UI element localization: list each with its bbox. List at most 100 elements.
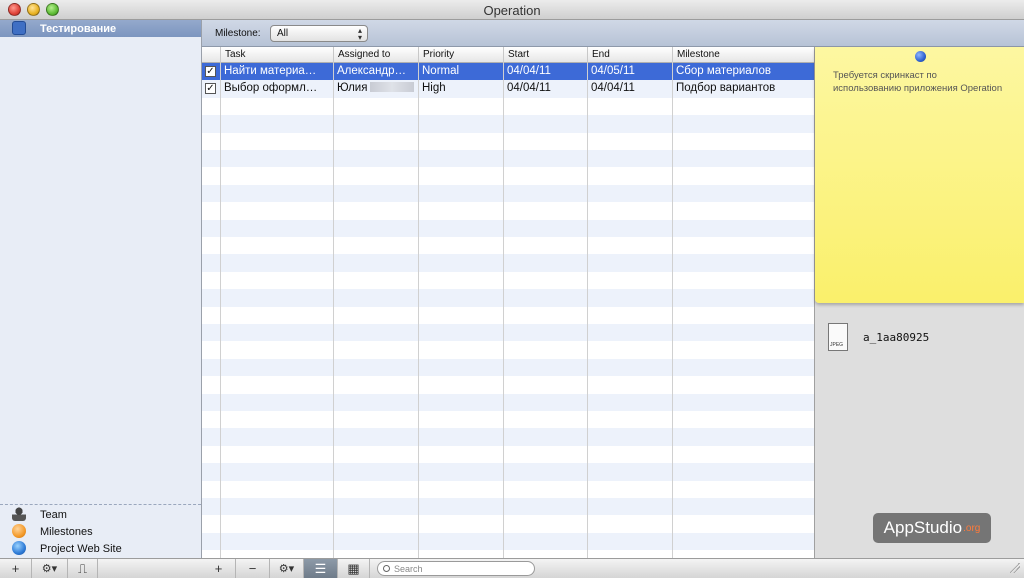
empty-table-row (202, 254, 814, 272)
project-name: Тестирование (40, 22, 117, 35)
column-divider (418, 63, 419, 558)
milestone-cell: Подбор вариантов (676, 82, 776, 95)
empty-table-row (202, 132, 814, 150)
sidebar-info-button[interactable]: ⎍ (68, 559, 98, 578)
assigned-cell: Александр… (337, 65, 407, 77)
end-cell: 04/04/11 (591, 82, 635, 95)
file-type-label: JPEG (830, 342, 844, 348)
empty-table-row (202, 115, 814, 133)
column-header-task[interactable]: Task (220, 47, 333, 63)
column-header-end[interactable]: End (587, 47, 672, 63)
column-header-assigned[interactable]: Assigned to (333, 47, 418, 63)
list-view-button[interactable]: ☰ (304, 559, 338, 578)
empty-table-row (202, 498, 814, 516)
milestone-cell: Сбор материалов (676, 65, 772, 77)
assigned-name: Юлия (337, 82, 368, 95)
column-header-start[interactable]: Start (503, 47, 587, 63)
sidebar-divider (0, 504, 201, 505)
empty-table-row (202, 463, 814, 481)
search-field[interactable]: Search (377, 561, 535, 576)
empty-table-row (202, 184, 814, 203)
pushpin-icon (915, 51, 926, 62)
priority-cell: High (422, 82, 446, 95)
sidebar-item-label: Team (40, 508, 67, 521)
empty-table-row (202, 376, 814, 394)
milestone-select[interactable]: All ▴ ▾ (270, 25, 368, 42)
start-cell: 04/04/11 (507, 82, 551, 95)
search-placeholder: Search (394, 563, 423, 574)
watermark-suffix: .org (963, 522, 981, 534)
resize-grip[interactable] (1010, 563, 1020, 573)
table-row[interactable]: ✓ Выбор оформл… Юлия High 04/04/11 04/04… (202, 80, 814, 98)
column-divider (333, 63, 334, 558)
task-table: Task Assigned to Priority Start End Mile… (202, 47, 815, 558)
done-checkbox[interactable]: ✓ (205, 83, 216, 95)
sidebar-action-menu-button[interactable]: ⚙▾ (32, 559, 68, 578)
attachment-item[interactable]: JPEG a_1aa80925 (828, 323, 929, 351)
empty-table-row (202, 428, 814, 446)
priority-cell: Normal (422, 65, 460, 77)
empty-table-row (202, 532, 814, 551)
search-icon (383, 565, 390, 572)
select-arrows-icon: ▴ ▾ (357, 26, 362, 42)
empty-table-row (202, 167, 814, 185)
empty-table-row (202, 358, 814, 377)
empty-table-row (202, 289, 814, 307)
jpeg-file-icon: JPEG (828, 323, 848, 351)
sticky-note[interactable]: Требуется скринкаст по использованию при… (815, 47, 1024, 303)
appstudio-watermark: AppStudio .org (873, 513, 991, 543)
project-icon (12, 21, 26, 35)
column-divider (503, 63, 504, 558)
detail-panel: Требуется скринкаст по использованию при… (815, 47, 1024, 558)
globe-icon (12, 541, 26, 555)
attachment-name: a_1aa80925 (863, 330, 930, 344)
add-project-button[interactable]: + (0, 559, 32, 578)
task-action-menu-button[interactable]: ⚙▾ (270, 559, 304, 578)
empty-table-row (202, 306, 814, 324)
column-divider (587, 63, 588, 558)
done-checkbox[interactable]: ✓ (205, 66, 216, 77)
remove-task-button[interactable]: − (236, 559, 270, 578)
sidebar-item-label: Project Web Site (40, 542, 122, 555)
sidebar-item-label: Milestones (40, 525, 93, 538)
empty-table-row (202, 341, 814, 359)
redacted-surname (370, 82, 415, 93)
milestones-icon (12, 524, 26, 538)
milestone-label: Milestone: (215, 28, 261, 39)
empty-table-row (202, 150, 814, 168)
empty-table-row (202, 445, 814, 464)
empty-table-row (202, 97, 814, 116)
table-row[interactable]: ✓ Найти материа… Александр… Normal 04/04… (202, 63, 814, 81)
add-task-button[interactable]: + (202, 559, 236, 578)
milestone-filter-bar: Milestone: All ▴ ▾ (202, 20, 1024, 47)
column-header-milestone[interactable]: Milestone (672, 47, 814, 63)
sidebar-item-milestones[interactable]: Milestones (0, 523, 201, 540)
column-divider (672, 63, 673, 558)
column-header-done[interactable] (202, 47, 220, 63)
empty-table-row (202, 480, 814, 498)
list-view-icon: ☰ (314, 560, 327, 576)
start-cell: 04/04/11 (507, 65, 551, 77)
grid-view-icon: ▦ (347, 560, 360, 576)
watermark-text: AppStudio (883, 518, 963, 537)
task-cell: Выбор оформл… (224, 82, 318, 95)
table-header: Task Assigned to Priority Start End Mile… (202, 47, 814, 63)
note-text[interactable]: Требуется скринкаст по использованию при… (833, 69, 1003, 95)
empty-table-row (202, 515, 814, 533)
empty-table-row (202, 393, 814, 411)
sidebar-item-project-web-site[interactable]: Project Web Site (0, 540, 201, 557)
grid-view-button[interactable]: ▦ (338, 559, 370, 578)
empty-table-row (202, 219, 814, 237)
window-title: Operation (483, 3, 541, 18)
sidebar-item-team[interactable]: Team (0, 506, 201, 523)
column-divider (220, 63, 221, 558)
sidebar: Тестирование Team Milestones Project Web… (0, 20, 202, 558)
end-cell: 04/05/11 (591, 65, 635, 77)
title-bar: Operation (0, 0, 1024, 20)
empty-table-row (202, 237, 814, 255)
column-header-priority[interactable]: Priority (418, 47, 503, 63)
assigned-cell: Юлия (333, 80, 418, 97)
task-cell: Найти материа… (224, 65, 317, 77)
bottom-toolbar: + ⚙▾ ⎍ + − ⚙▾ ☰ ▦ Search (0, 558, 1024, 578)
sidebar-project-item[interactable]: Тестирование (0, 20, 201, 37)
